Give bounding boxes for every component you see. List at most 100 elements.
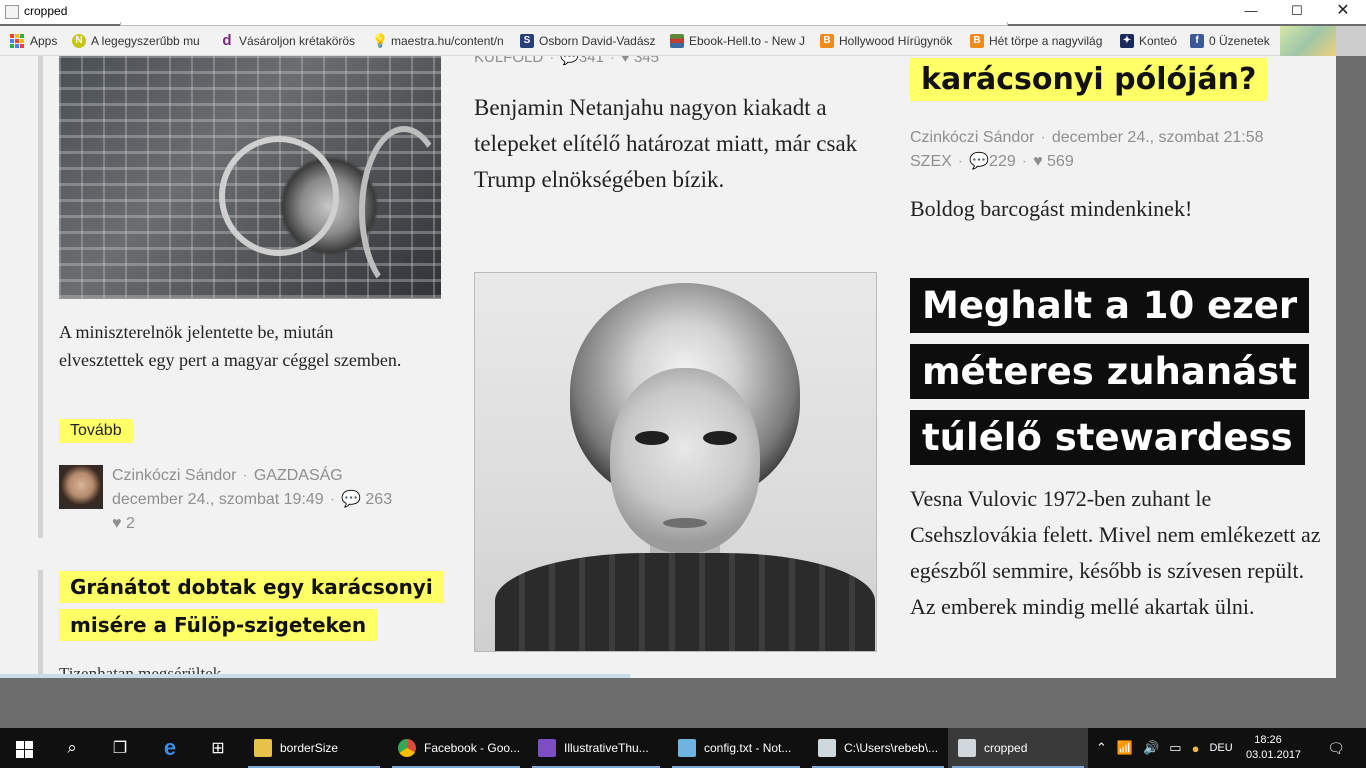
network-icon[interactable]: 📶: [1117, 740, 1133, 756]
image-detail: [495, 553, 875, 651]
article-meta-date: december 24., szombat 19:49 · 💬 263: [112, 491, 393, 508]
notepad-icon: [678, 739, 696, 757]
comment-count[interactable]: 341: [579, 56, 604, 66]
publish-date: december 24., szombat 19:49: [112, 491, 324, 508]
image-detail: [219, 136, 339, 256]
taskbar-app-visual-studio[interactable]: IllustrativeThu...: [528, 728, 664, 768]
image-detail: [359, 126, 449, 296]
window-icon: [958, 739, 976, 757]
image-detail: [635, 431, 669, 445]
bookmark-item[interactable]: B Hét törpe a nagyvilág: [970, 33, 1110, 49]
bookmark-label: Vásároljon krétakörös: [239, 34, 356, 48]
taskbar-clock[interactable]: 18:26 03.01.2017: [1246, 733, 1302, 763]
taskbar-app-notepad[interactable]: config.txt - Not...: [668, 728, 804, 768]
author-name[interactable]: Czinkóczi Sándor: [910, 129, 1035, 146]
window-title: cropped: [24, 4, 68, 18]
like-count[interactable]: 2: [126, 515, 135, 532]
heart-icon: ♥: [620, 56, 630, 66]
chevron-up-icon[interactable]: ⌃: [1096, 740, 1107, 756]
taskbar-app-explorer-window[interactable]: C:\Users\rebeb\...: [808, 728, 948, 768]
bookmark-item[interactable]: Ebook-Hell.to - New J: [670, 33, 806, 49]
minimize-button[interactable]: —: [1228, 0, 1274, 24]
star-icon: ✦: [1120, 34, 1134, 48]
window-frame-edge: [1336, 26, 1366, 56]
bookmark-item[interactable]: d Vásároljon krétakörös: [220, 33, 356, 49]
chrome-icon: [398, 739, 416, 757]
bookmark-label: Hollywood Hírügynök: [839, 34, 953, 48]
store-button[interactable]: ⊞: [196, 728, 240, 768]
category-link[interactable]: KÜLFÖLD: [474, 56, 543, 66]
publish-date: december 24., szombat 21:58: [1051, 129, 1264, 146]
article-accent-bar: [38, 56, 43, 538]
bookmark-apps[interactable]: Apps: [10, 33, 57, 49]
start-button[interactable]: [0, 728, 48, 768]
windows-logo-icon: [25, 741, 33, 749]
comment-count[interactable]: 229: [989, 153, 1016, 170]
bookmark-item[interactable]: N A legegyszerűbb mu: [72, 33, 200, 49]
windows-logo-icon: [16, 741, 24, 749]
comment-count[interactable]: 263: [365, 491, 392, 508]
close-button[interactable]: ✕: [1320, 0, 1366, 24]
weather-icon[interactable]: ●: [1192, 741, 1200, 756]
article-excerpt: Benjamin Netanjahu nagyon kiakadt a tele…: [474, 95, 858, 192]
headline-text: Gránátot dobtak egy karácsonyi misére a …: [59, 571, 444, 641]
n-icon: N: [72, 34, 86, 48]
read-more-button[interactable]: Tovább: [59, 419, 133, 443]
notification-icon: 🗨: [1327, 739, 1345, 756]
visual-studio-icon: [538, 739, 556, 757]
author-avatar[interactable]: [59, 465, 103, 509]
folder-icon: [254, 739, 272, 757]
article-headline[interactable]: Gránátot dobtak egy karácsonyi misére a …: [59, 568, 444, 644]
article-meta: Czinkóczi Sándor · december 24., szombat 2…: [910, 129, 1264, 170]
feature-headline[interactable]: Meghalt a 10 ezer méteres zuhanást túlél…: [910, 273, 1330, 471]
taskbar-app-chrome[interactable]: Facebook - Goo...: [388, 728, 524, 768]
article-headline[interactable]: karácsonyi pólóján?: [910, 58, 1268, 102]
language-indicator[interactable]: DEU: [1209, 742, 1232, 754]
bookmarks-bar: Apps N A legegyszerűbb mu d Vásároljon k…: [0, 26, 1336, 56]
window-titlebar: cropped — ☐ ✕: [0, 0, 1366, 24]
bookmark-item[interactable]: ✦ Konteó: [1120, 33, 1177, 49]
taskbar-app-label: config.txt - Not...: [704, 741, 792, 755]
blogger-icon: B: [970, 34, 984, 48]
books-icon: [670, 34, 684, 48]
article-accent-bar: [38, 570, 43, 678]
category-link[interactable]: GAZDASÁG: [254, 467, 343, 484]
task-view-button[interactable]: ❐: [98, 728, 142, 768]
taskbar-app-cropped[interactable]: cropped: [948, 728, 1088, 768]
like-count[interactable]: 345: [634, 56, 659, 66]
article-image-refinery[interactable]: [59, 56, 449, 299]
clock-time: 18:26: [1254, 734, 1282, 746]
bookmark-label: A legegyszerűbb mu: [91, 34, 200, 48]
page-bottom-accent: [0, 674, 630, 678]
clock-date: 03.01.2017: [1246, 749, 1302, 761]
blogger-icon: B: [820, 34, 834, 48]
author-name[interactable]: Czinkóczi Sándor: [112, 467, 237, 484]
taskbar-app-label: IllustrativeThu...: [564, 741, 649, 755]
article-excerpt: Vesna Vulovic 1972-ben zuhant le Csehszl…: [910, 486, 1321, 619]
bookmark-item[interactable]: B Hollywood Hírügynök: [820, 33, 958, 49]
heart-icon: ♥: [1033, 153, 1043, 170]
edge-button[interactable]: e: [148, 728, 192, 768]
store-icon: ⊞: [211, 740, 225, 757]
bookmark-label: maestra.hu/content/n: [391, 34, 504, 48]
battery-icon[interactable]: ▭: [1169, 740, 1181, 756]
article-meta-likes: ♥ 2: [112, 512, 135, 536]
heart-icon: ♥: [112, 515, 122, 532]
search-icon: ⌕: [67, 738, 77, 757]
action-center-button[interactable]: 🗨: [1316, 728, 1356, 768]
volume-icon[interactable]: 🔊: [1143, 740, 1159, 756]
bookmark-item[interactable]: f 0 Üzenetek: [1190, 33, 1270, 49]
like-count[interactable]: 569: [1047, 153, 1074, 170]
taskbar-app-bordersize[interactable]: borderSize: [244, 728, 384, 768]
article-excerpt: A miniszterelnök jelentette be, miután e…: [59, 322, 402, 370]
maximize-button[interactable]: ☐: [1274, 0, 1320, 24]
bookmark-item[interactable]: 💡 maestra.hu/content/n: [372, 33, 512, 49]
search-button[interactable]: ⌕: [50, 728, 94, 768]
console-icon: [818, 739, 836, 757]
bookmark-item[interactable]: S Osborn David-Vadász: [520, 33, 656, 49]
window-app-icon: [5, 5, 19, 19]
category-link[interactable]: SZEX: [910, 153, 952, 170]
desktop-background: [1336, 56, 1366, 678]
article-image-portrait[interactable]: [474, 272, 877, 652]
bookmark-label: 0 Üzenetek: [1209, 34, 1270, 48]
